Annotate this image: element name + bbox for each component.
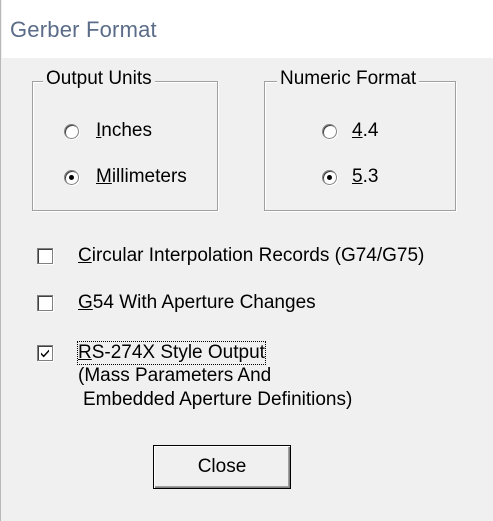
radio-inches-indicator[interactable] (64, 123, 79, 139)
radio-format-4-4-label: 4.4 (352, 120, 379, 141)
output-units-legend: Output Units (43, 68, 155, 90)
checkbox-rs274x[interactable]: RS-274X Style Output (37, 341, 266, 365)
output-units-group: Output Units Inches Millimeters (32, 68, 218, 211)
radio-millimeters[interactable]: Millimeters (64, 166, 187, 188)
radio-format-5-3[interactable]: 5.3 (322, 166, 378, 188)
checkbox-g54-aperture-box[interactable] (37, 295, 53, 311)
rs274x-note-line1: (Mass Parameters And (78, 365, 272, 386)
radio-inches[interactable]: Inches (64, 120, 152, 142)
checkbox-rs274x-label: RS-274X Style Output (77, 341, 266, 365)
dialog-client-area: Output Units Inches Millimeters Numeric … (2, 58, 493, 521)
rs274x-note-line2: Embedded Aperture Definitions) (83, 389, 353, 410)
numeric-format-group: Numeric Format 4.4 5.3 (264, 68, 456, 211)
close-button-label: Close (197, 456, 247, 477)
radio-format-4-4-indicator[interactable] (322, 123, 337, 139)
radio-format-5-3-indicator[interactable] (322, 169, 337, 185)
gerber-format-dialog: Gerber Format Output Units Inches Millim… (0, 0, 493, 521)
title-bar[interactable]: Gerber Format (2, 0, 493, 58)
checkbox-g54-aperture[interactable]: G54 With Aperture Changes (37, 292, 316, 314)
check-mark-icon (41, 349, 49, 358)
checkbox-rs274x-box[interactable] (37, 345, 53, 361)
checkbox-g54-aperture-label: G54 With Aperture Changes (78, 292, 316, 313)
checkbox-circular-interpolation-box[interactable] (37, 248, 53, 264)
radio-format-5-3-label: 5.3 (352, 166, 379, 187)
radio-millimeters-label: Millimeters (96, 166, 187, 187)
checkbox-circular-interpolation-label: Circular Interpolation Records (G74/G75) (78, 245, 425, 266)
window-title: Gerber Format (10, 17, 157, 42)
radio-format-4-4[interactable]: 4.4 (322, 120, 378, 142)
checkbox-circular-interpolation[interactable]: Circular Interpolation Records (G74/G75) (37, 245, 424, 267)
numeric-format-legend: Numeric Format (277, 68, 420, 90)
radio-inches-label: Inches (96, 120, 152, 141)
close-button[interactable]: Close (153, 445, 291, 489)
radio-millimeters-indicator[interactable] (64, 169, 79, 185)
